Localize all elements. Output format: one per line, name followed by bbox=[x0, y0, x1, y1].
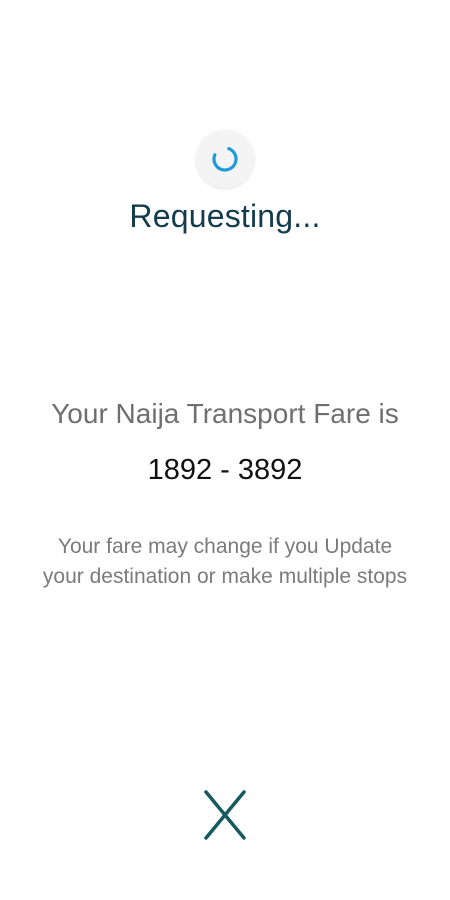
cancel-request-button[interactable] bbox=[200, 788, 250, 842]
loading-spinner-icon bbox=[212, 146, 238, 172]
fare-label: Your Naija Transport Fare is bbox=[51, 398, 399, 429]
fare-range: 1892 - 3892 bbox=[147, 454, 303, 486]
close-icon bbox=[204, 790, 246, 840]
request-status-text: Requesting... bbox=[129, 198, 321, 234]
loading-spinner bbox=[196, 130, 254, 188]
fare-change-note: Your fare may change if you Update your … bbox=[42, 535, 408, 588]
